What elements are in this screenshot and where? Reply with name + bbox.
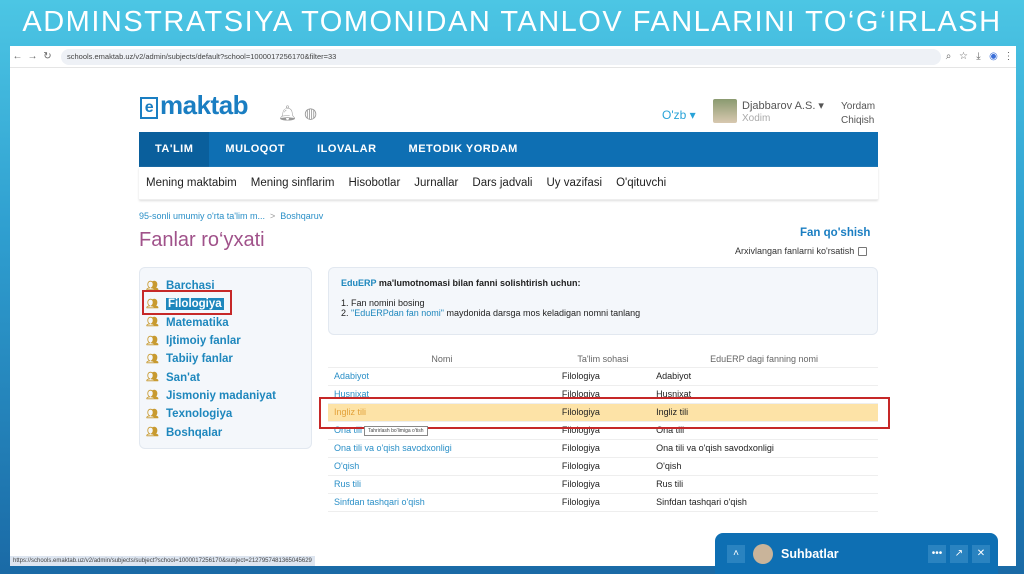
more-icon[interactable]: •••	[928, 544, 946, 563]
users-icon: 👥︎	[146, 353, 159, 365]
subnav-item[interactable]: Hisobotlar	[342, 177, 408, 189]
col-nomi: Nomi	[328, 351, 556, 368]
user-menu[interactable]: Djabbarov A.S. ▾	[742, 99, 824, 112]
col-sohasi: Ta'lim sohasi	[555, 351, 651, 368]
users-icon: 👥︎	[146, 408, 159, 420]
url-input[interactable]: schools.emaktab.uz/v2/admin/subjects/def…	[61, 48, 941, 65]
subject-area: Filologiya	[555, 367, 651, 386]
close-icon[interactable]: ✕	[972, 544, 990, 563]
subject-area: Filologiya	[555, 475, 651, 494]
subject-name-link[interactable]: Adabiyot	[328, 367, 556, 386]
users-icon: 👥︎	[146, 335, 159, 347]
eduerp-name: Ona tili va o'qish savodxonligi	[650, 439, 878, 458]
url-text: schools.emaktab.uz/v2/admin/subjects/def…	[67, 52, 337, 61]
subnav-item[interactable]: Mening maktabim	[139, 177, 244, 189]
category-sanat[interactable]: 👥︎ San'at	[146, 368, 305, 386]
chat-widget[interactable]: ˄ Suhbatlar ••• ↗ ✕	[715, 533, 998, 574]
subject-area: Filologiya	[555, 493, 651, 512]
highlight-box	[142, 290, 232, 315]
profile-icon[interactable]: ◉	[986, 51, 1001, 62]
users-icon: 👥︎	[146, 372, 159, 384]
globe-icon[interactable]: ◍	[304, 104, 317, 122]
address-bar: ← → ↻ schools.emaktab.uz/v2/admin/subjec…	[10, 46, 1016, 68]
subject-name-link[interactable]: Rus tili	[328, 475, 556, 494]
reload-icon[interactable]: ↻	[40, 51, 55, 62]
category-texnologiya[interactable]: 👥︎ Texnologiya	[146, 405, 305, 423]
logout-link[interactable]: Chiqish	[841, 114, 875, 128]
category-ijtimoiy[interactable]: 👥︎ Ijtimoiy fanlar	[146, 332, 305, 350]
subnav-item[interactable]: Mening sinflarim	[244, 177, 342, 189]
table-row[interactable]: Sinfdan tashqari o'qish Filologiya Sinfdan…	[328, 493, 878, 512]
sub-nav: Mening maktabim Mening sinflarim Hisobot…	[139, 167, 878, 200]
info-brand: EduERP	[341, 278, 377, 288]
archive-checkbox[interactable]	[858, 246, 868, 256]
table-row[interactable]: Ona tili va o'qish savodxonligi Filologiy…	[328, 439, 878, 458]
category-jismoniy[interactable]: 👥︎ Jismoniy madaniyat	[146, 387, 305, 405]
eduerp-name: Sinfdan tashqari o'qish	[650, 493, 878, 512]
breadcrumb-school[interactable]: 95-sonli umumiy o'rta ta'lim m...	[139, 211, 265, 221]
highlight-row-box	[319, 397, 890, 429]
chevron-up-icon[interactable]: ˄	[727, 544, 745, 563]
tooltip: Tahrirlash bo'limiga o'tish	[364, 426, 428, 436]
users-icon: 👥︎	[146, 390, 159, 402]
eduerp-name: Adabiyot	[650, 367, 878, 386]
language-select[interactable]: O'zb ▾	[662, 108, 696, 122]
page-title: Fanlar ro‘yxati	[139, 229, 265, 251]
download-icon[interactable]: ⤓	[971, 51, 986, 62]
emaktab-logo[interactable]: e maktab	[140, 90, 249, 121]
star-icon[interactable]: ☆	[956, 51, 971, 62]
table-row[interactable]: Adabiyot Filologiya Adabiyot	[328, 367, 878, 386]
slide-title: ADMINSTRATSIYA TOMONIDAN TANLOV FANLARIN…	[22, 6, 1002, 38]
table-row[interactable]: Rus tili Filologiya Rus tili	[328, 475, 878, 494]
eduerp-name: Rus tili	[650, 475, 878, 494]
col-eduerp: EduERP dagi fanning nomi	[650, 351, 878, 368]
browser-window: ← → ↻ schools.emaktab.uz/v2/admin/subjec…	[10, 46, 1016, 566]
breadcrumb-boshqaruv[interactable]: Boshqaruv	[280, 211, 323, 221]
back-icon[interactable]: ←	[10, 51, 25, 62]
chat-title: Suhbatlar	[781, 546, 839, 561]
info-step1: 1. Fan nomini bosing	[341, 298, 425, 308]
category-tabiiy[interactable]: 👥︎ Tabiiy fanlar	[146, 350, 305, 368]
avatar[interactable]	[713, 99, 737, 123]
external-link-icon[interactable]: ↗	[950, 544, 968, 563]
users-icon: 👥︎	[146, 427, 159, 439]
category-matematika[interactable]: 👥︎ Matematika	[146, 314, 305, 332]
subnav-item[interactable]: Dars jadvali	[465, 177, 539, 189]
zoom-icon[interactable]: ⌕	[941, 51, 956, 62]
status-bar: https://schools.emaktab.uz/v2/admin/subj…	[10, 556, 315, 566]
users-icon: 👥︎	[146, 317, 159, 329]
bell-icon[interactable]: 🔔︎	[278, 104, 297, 122]
subnav-item[interactable]: O'qituvchi	[609, 177, 673, 189]
nav-muloqot[interactable]: MULOQOT	[209, 132, 301, 167]
subnav-item[interactable]: Uy vazifasi	[539, 177, 609, 189]
main-nav: TA'LIM MULOQOT ILOVALAR METODIK YORDAM	[139, 132, 878, 167]
info-box: EduERP ma'lumotnomasi bilan fanni solish…	[328, 267, 878, 335]
user-role: Xodim	[742, 113, 771, 124]
subject-name-link[interactable]: Ona tili va o'qish savodxonligi	[328, 439, 556, 458]
chat-avatar	[753, 543, 773, 564]
nav-talim[interactable]: TA'LIM	[139, 132, 210, 167]
subject-name-link[interactable]: O'qish	[328, 457, 556, 476]
archive-toggle[interactable]: Arxivlangan fanlarni ko'rsatish	[735, 246, 868, 256]
table-row[interactable]: O'qish Filologiya O'qish	[328, 457, 878, 476]
subject-name-link[interactable]: Sinfdan tashqari o'qish	[328, 493, 556, 512]
subnav-item[interactable]: Jurnallar	[407, 177, 465, 189]
add-subject-link[interactable]: Fan qo'shish	[800, 227, 870, 239]
category-boshqalar[interactable]: 👥︎ Boshqalar	[146, 423, 305, 441]
breadcrumb: 95-sonli umumiy o'rta ta'lim m... > Boshqa…	[139, 211, 324, 221]
nav-metodik-yordam[interactable]: METODIK YORDAM	[393, 132, 534, 167]
menu-icon[interactable]: ⋮	[1001, 51, 1016, 62]
eduerp-name: O'qish	[650, 457, 878, 476]
nav-ilovalar[interactable]: ILOVALAR	[301, 132, 392, 167]
help-link[interactable]: Yordam	[841, 100, 875, 114]
forward-icon[interactable]: →	[25, 51, 40, 62]
info-title: ma'lumotnomasi bilan fanni solishtirish …	[376, 278, 581, 288]
subject-area: Filologiya	[555, 457, 651, 476]
subject-area: Filologiya	[555, 439, 651, 458]
